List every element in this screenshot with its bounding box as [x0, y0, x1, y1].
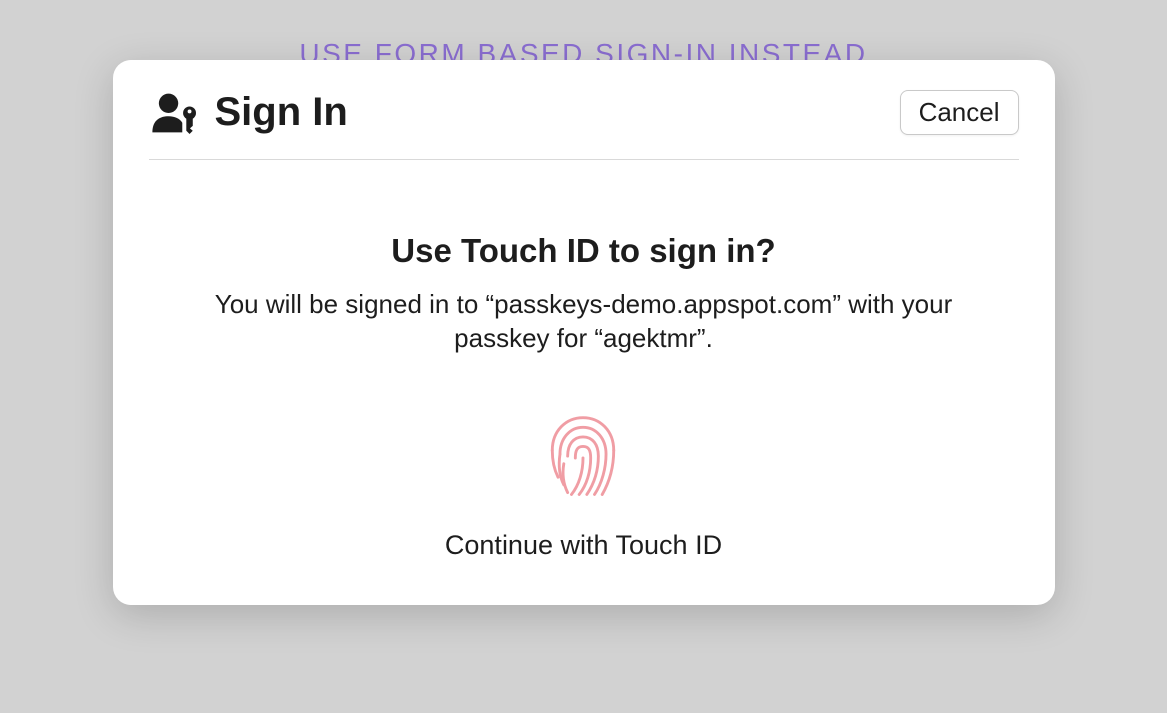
signin-dialog: Sign In Cancel Use Touch ID to sign in? … — [113, 60, 1055, 605]
dialog-title: Sign In — [215, 90, 348, 135]
continue-touch-id-label: Continue with Touch ID — [445, 530, 722, 561]
cancel-button[interactable]: Cancel — [900, 90, 1019, 135]
passkey-icon — [149, 92, 201, 134]
touch-id-button[interactable]: Continue with Touch ID — [445, 410, 722, 561]
dialog-header: Sign In Cancel — [149, 90, 1019, 160]
dialog-body-title: Use Touch ID to sign in? — [391, 232, 775, 270]
dialog-header-left: Sign In — [149, 90, 348, 135]
dialog-body: Use Touch ID to sign in? You will be sig… — [149, 160, 1019, 561]
dialog-body-description: You will be signed in to “passkeys-demo.… — [204, 288, 964, 356]
fingerprint-icon — [535, 410, 631, 506]
